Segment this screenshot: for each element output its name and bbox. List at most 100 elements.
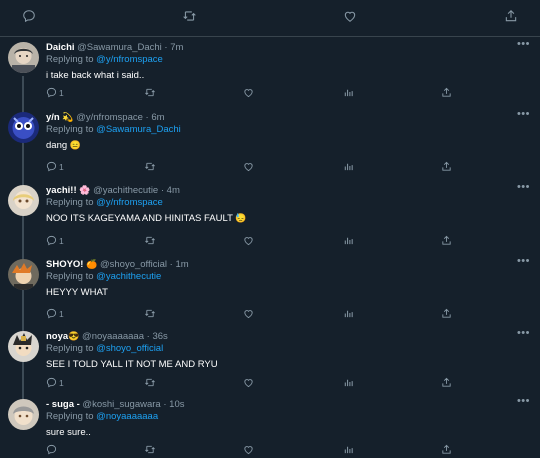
share-button[interactable] (441, 444, 452, 455)
display-name[interactable]: Daichi (46, 42, 75, 53)
tweet-text-body: dang (46, 140, 68, 151)
like-button[interactable] (243, 87, 254, 98)
display-name[interactable]: noya (46, 331, 68, 342)
retweet-icon[interactable] (182, 9, 197, 23)
tweet-text: i take back what i said.. (46, 70, 145, 81)
display-name[interactable]: SHOYO! (46, 259, 83, 270)
reply-count: 1 (59, 235, 64, 246)
timestamp[interactable]: · 1m (170, 259, 189, 270)
user-handle[interactable]: @y/nfromspace (76, 112, 143, 123)
timestamp[interactable]: · 4m (161, 185, 180, 196)
more-options-button[interactable]: ••• (517, 38, 530, 50)
tweet-header: Daichi @Sawamura_Dachi · 7m (46, 42, 183, 53)
like-icon (244, 446, 253, 455)
avatar[interactable] (8, 259, 39, 290)
like-button[interactable] (243, 377, 254, 388)
tweet-header: y/n 💫 @y/nfromspace · 6m (46, 112, 165, 123)
share-button[interactable] (441, 377, 452, 388)
like-button[interactable] (243, 235, 254, 246)
reply-to-link[interactable]: @shoyo_official (96, 343, 163, 354)
avatar[interactable] (8, 331, 39, 362)
analytics-button[interactable] (343, 87, 354, 98)
retweet-button[interactable] (144, 235, 156, 246)
like-icon (244, 163, 253, 172)
reply-icon (46, 87, 57, 98)
replying-to-label: Replying to (46, 54, 97, 65)
retweet-button[interactable] (144, 161, 156, 172)
user-handle[interactable]: @koshi_sugawara (82, 399, 160, 410)
analytics-button[interactable] (343, 235, 354, 246)
retweet-icon (145, 378, 155, 387)
reply-button[interactable]: 1 (46, 308, 64, 319)
retweet-icon (145, 162, 155, 171)
user-handle[interactable]: @shoyo_official (100, 259, 167, 270)
retweet-button[interactable] (144, 377, 156, 388)
reply-to-link[interactable]: @noyaaaaaaa (96, 411, 158, 422)
reply-to-link[interactable]: @y/nfromspace (96, 54, 163, 65)
reply-to-link[interactable]: @yachithecutie (96, 271, 161, 282)
analytics-button[interactable] (343, 377, 354, 388)
name-emoji: 🌸 (79, 185, 91, 195)
share-icon (442, 377, 451, 387)
tweet-actions: 1 (0, 161, 540, 175)
retweet-button[interactable] (144, 87, 156, 98)
display-name[interactable]: - suga - (46, 399, 80, 410)
reply-button[interactable]: 1 (46, 235, 64, 246)
retweet-icon (145, 88, 155, 97)
retweet-button[interactable] (144, 308, 156, 319)
more-options-button[interactable]: ••• (517, 108, 530, 120)
text-emoji: 😑 (69, 140, 81, 150)
reply-icon (46, 444, 57, 455)
avatar[interactable] (8, 42, 39, 73)
reply-icon (46, 308, 57, 319)
more-options-button[interactable]: ••• (517, 395, 530, 407)
analytics-button[interactable] (343, 444, 354, 455)
timestamp[interactable]: · 7m (164, 42, 183, 53)
avatar[interactable] (8, 185, 39, 216)
reply-button[interactable]: 1 (46, 377, 64, 388)
more-options-button[interactable]: ••• (517, 327, 530, 339)
more-options-button[interactable]: ••• (517, 255, 530, 267)
timestamp[interactable]: · 6m (146, 112, 165, 123)
analytics-icon (344, 310, 353, 318)
timestamp[interactable]: · 36s (147, 331, 168, 342)
avatar[interactable] (8, 399, 39, 430)
share-button[interactable] (441, 308, 452, 319)
display-name[interactable]: y/n (46, 112, 60, 123)
share-button[interactable] (441, 235, 452, 246)
user-handle[interactable]: @yachithecutie (93, 185, 158, 196)
share-icon (442, 161, 451, 171)
replying-to: Replying to @noyaaaaaaa (46, 411, 158, 422)
like-icon[interactable] (343, 9, 357, 23)
reply-button[interactable]: 1 (46, 161, 64, 172)
tweet-text-body: NOO ITS KAGEYAMA AND HINITAS FAULT (46, 213, 233, 224)
reply-button[interactable]: 1 (46, 87, 64, 98)
like-button[interactable] (243, 308, 254, 319)
replying-to-label: Replying to (46, 124, 97, 135)
analytics-button[interactable] (343, 161, 354, 172)
avatar[interactable] (8, 112, 39, 143)
reply-icon (46, 235, 57, 246)
like-button[interactable] (243, 444, 254, 455)
retweet-button[interactable] (144, 444, 156, 455)
retweet-icon (145, 309, 155, 318)
reply-button[interactable] (46, 444, 57, 455)
timestamp[interactable]: · 10s (163, 399, 184, 410)
share-button[interactable] (441, 161, 452, 172)
reply-icon[interactable] (22, 9, 36, 23)
reply-to-link[interactable]: @Sawamura_Dachi (96, 124, 181, 135)
analytics-icon (344, 163, 353, 171)
retweet-icon (145, 236, 155, 245)
reply-to-link[interactable]: @y/nfromspace (96, 197, 163, 208)
share-icon[interactable] (504, 9, 518, 23)
analytics-button[interactable] (343, 308, 354, 319)
share-button[interactable] (441, 87, 452, 98)
reply-count: 1 (59, 87, 64, 98)
more-options-button[interactable]: ••• (517, 181, 530, 193)
display-name[interactable]: yachi!! (46, 185, 77, 196)
like-button[interactable] (243, 161, 254, 172)
replying-to: Replying to @y/nfromspace (46, 54, 163, 65)
user-handle[interactable]: @Sawamura_Dachi (77, 42, 162, 53)
user-handle[interactable]: @noyaaaaaaa (82, 331, 144, 342)
tweet-text: dang 😑 (46, 140, 81, 151)
